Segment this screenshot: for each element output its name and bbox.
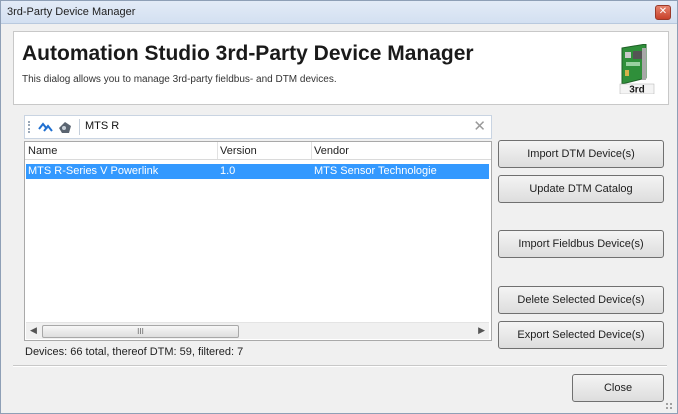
header-panel: Automation Studio 3rd-Party Device Manag… [13, 31, 669, 105]
device-count-status: Devices: 66 total, thereof DTM: 59, filt… [25, 346, 244, 358]
window-title: 3rd-Party Device Manager [7, 6, 136, 18]
close-icon: ✕ [658, 6, 668, 17]
close-button[interactable]: Close [572, 374, 664, 402]
device-tree-icon[interactable] [57, 119, 73, 135]
column-divider[interactable] [217, 142, 218, 159]
cell-name: MTS R-Series V Powerlink [28, 165, 159, 177]
page-subtitle: This dialog allows you to manage 3rd-par… [22, 74, 337, 85]
import-dtm-button[interactable]: Import DTM Device(s) [498, 140, 664, 168]
column-header-name[interactable]: Name [28, 145, 57, 157]
delete-selected-button[interactable]: Delete Selected Device(s) [498, 286, 664, 314]
cell-vendor: MTS Sensor Technologie [314, 165, 437, 177]
scroll-right-icon[interactable]: ▶ [478, 325, 485, 336]
clear-filter-icon[interactable]: ✕ [473, 117, 486, 135]
logo-text: 3rd [629, 85, 645, 95]
column-header-vendor[interactable]: Vendor [314, 145, 349, 157]
toolbar-grip[interactable] [28, 121, 32, 133]
export-selected-button[interactable]: Export Selected Device(s) [498, 321, 664, 349]
horizontal-scrollbar[interactable]: ◀ III ▶ [26, 322, 489, 339]
refresh-arrows-icon[interactable] [37, 119, 53, 135]
scroll-left-icon[interactable]: ◀ [30, 325, 37, 336]
import-fieldbus-button[interactable]: Import Fieldbus Device(s) [498, 230, 664, 258]
list-header: Name Version Vendor [25, 142, 491, 160]
thumb-grip-icon: III [137, 327, 144, 336]
filter-toolbar: ✕ [24, 115, 492, 139]
title-bar[interactable]: 3rd-Party Device Manager ✕ [1, 1, 677, 24]
device-list[interactable]: Name Version Vendor MTS R-Series V Power… [24, 141, 492, 341]
window-close-button[interactable]: ✕ [655, 5, 671, 20]
table-row[interactable]: MTS R-Series V Powerlink 1.0 MTS Sensor … [26, 164, 489, 179]
column-header-version[interactable]: Version [220, 145, 257, 157]
column-divider[interactable] [311, 142, 312, 159]
toolbar-separator [79, 119, 80, 135]
pci-card-icon: 3rd [619, 44, 655, 95]
filter-input[interactable] [85, 118, 445, 134]
page-title: Automation Studio 3rd-Party Device Manag… [22, 42, 474, 65]
device-manager-window: 3rd-Party Device Manager ✕ Automation St… [0, 0, 678, 414]
scrollbar-thumb[interactable]: III [42, 325, 239, 338]
update-dtm-catalog-button[interactable]: Update DTM Catalog [498, 175, 664, 203]
cell-version: 1.0 [220, 165, 236, 177]
footer-divider [13, 365, 667, 367]
resize-grip-icon[interactable] [665, 402, 673, 410]
